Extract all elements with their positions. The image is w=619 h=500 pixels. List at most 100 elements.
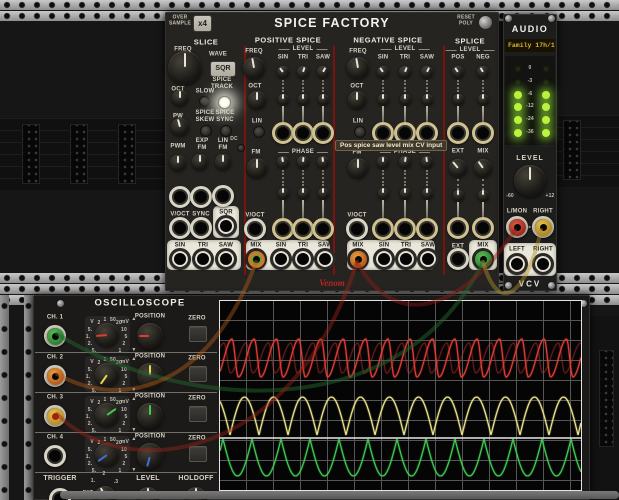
audio-device-display[interactable]: Family 17h/1 (505, 39, 555, 52)
negative-phase-0-cv-jack[interactable] (372, 218, 394, 240)
ch3-position-knob[interactable] (137, 403, 163, 429)
positive-phase-1-cv-jack[interactable] (292, 218, 314, 240)
positive-freq-knob[interactable] (243, 57, 265, 79)
ch4-position-knob[interactable] (137, 443, 163, 469)
positive-phase-2-cv-jack[interactable] (312, 218, 334, 240)
negative-out-sin-jack[interactable] (373, 248, 395, 270)
negative-level-sin-cv-knob[interactable] (378, 94, 389, 105)
positive-level-tri-cv-knob[interactable] (298, 94, 309, 105)
ch3-zero-button[interactable] (189, 406, 207, 422)
positive-oct-knob[interactable] (248, 91, 266, 109)
positive-mix-plug[interactable] (248, 251, 265, 268)
ch1-zero-button[interactable] (189, 326, 207, 342)
audio-output-left-jack[interactable] (506, 253, 528, 275)
audio-input-right-plug[interactable] (535, 219, 552, 236)
negative-phase-1-level-knob[interactable] (399, 156, 411, 168)
negative-phase-1-cv-knob[interactable] (400, 188, 411, 199)
dc-light[interactable] (237, 144, 245, 152)
slice-linfm-jack[interactable] (212, 185, 234, 207)
slice-sync-jack[interactable] (190, 217, 212, 239)
negative-out-tri-jack[interactable] (395, 248, 417, 270)
positive-out-saw-jack[interactable] (314, 248, 336, 270)
ch2-zero-button[interactable] (189, 366, 207, 382)
audio-input-left-plug[interactable] (509, 219, 526, 236)
negative-voct-jack[interactable] (346, 218, 368, 240)
slice-out-sin-jack[interactable] (169, 248, 191, 270)
ch4-position-down-arrow[interactable]: ▼ (131, 468, 136, 474)
splice-level-neg-cv-jack[interactable] (472, 122, 494, 144)
slice-out-tri-jack[interactable] (192, 248, 214, 270)
positive-phase-0-cv-knob[interactable] (278, 188, 289, 199)
splice-level-neg-cv-knob[interactable] (478, 94, 489, 105)
negative-level-saw-cv-knob[interactable] (422, 94, 433, 105)
slice-wave-button[interactable]: SQR (210, 61, 236, 77)
negative-phase-0-level-knob[interactable] (377, 156, 389, 168)
positive-out-sin-jack[interactable] (270, 248, 292, 270)
negative-lin-light[interactable] (354, 126, 366, 138)
splice-mix-knob[interactable] (474, 159, 492, 177)
ch2-input-plug[interactable] (47, 368, 64, 385)
splice-ext-out-jack[interactable] (447, 248, 469, 270)
positive-level-saw-level-knob[interactable] (317, 66, 329, 78)
slice-pwm-knob[interactable] (170, 155, 186, 171)
positive-phase-0-cv-jack[interactable] (272, 218, 294, 240)
negative-level-saw-level-knob[interactable] (421, 66, 433, 78)
splice-ext-knob[interactable] (449, 159, 467, 177)
negative-phase-0-cv-knob[interactable] (378, 188, 389, 199)
ch4-input-jack[interactable] (44, 445, 66, 467)
slice-pw-knob[interactable] (171, 118, 189, 136)
positive-phase-1-cv-knob[interactable] (298, 188, 309, 199)
slice-sqr-out-jack[interactable] (215, 215, 237, 237)
ch1-position-up-arrow[interactable]: ▲ (131, 317, 136, 323)
slice-expfm-knob[interactable] (192, 154, 208, 170)
reset-poly-button[interactable] (479, 16, 492, 29)
slice-expfm-jack[interactable] (190, 186, 212, 208)
negative-phase-2-cv-knob[interactable] (422, 188, 433, 199)
horizontal-scrollbar[interactable] (60, 491, 619, 499)
positive-phase-2-cv-knob[interactable] (318, 188, 329, 199)
positive-voct-jack[interactable] (244, 218, 266, 240)
positive-level-tri-level-knob[interactable] (297, 66, 309, 78)
positive-fm-knob[interactable] (247, 158, 267, 178)
spice-track-light[interactable] (218, 96, 231, 109)
ch1-position-knob[interactable] (137, 323, 163, 349)
positive-level-sin-cv-knob[interactable] (278, 94, 289, 105)
splice-level-pos-level-knob[interactable] (452, 66, 464, 78)
audio-level-knob[interactable] (514, 165, 546, 197)
positive-phase-0-level-knob[interactable] (277, 156, 289, 168)
ch1-input-plug[interactable] (47, 328, 64, 345)
positive-lin-light[interactable] (253, 126, 265, 138)
positive-level-sin-level-knob[interactable] (277, 66, 289, 78)
positive-phase-2-level-knob[interactable] (317, 156, 329, 168)
negative-phase-2-cv-jack[interactable] (416, 218, 438, 240)
positive-level-saw-cv-jack[interactable] (312, 122, 334, 144)
negative-oct-knob[interactable] (348, 91, 366, 109)
positive-phase-1-level-knob[interactable] (297, 156, 309, 168)
ch3-input-plug[interactable] (47, 408, 64, 425)
slice-linfm-knob[interactable] (215, 154, 231, 170)
negative-out-saw-jack[interactable] (417, 248, 439, 270)
ch3-position-up-arrow[interactable]: ▲ (131, 397, 136, 403)
spice-skew-light[interactable] (200, 125, 212, 137)
ch4-position-up-arrow[interactable]: ▲ (131, 437, 136, 443)
positive-level-tri-cv-jack[interactable] (292, 122, 314, 144)
negative-mix-plug[interactable] (350, 251, 367, 268)
slice-voct-jack[interactable] (169, 217, 191, 239)
splice-cv-jack-0[interactable] (447, 217, 469, 239)
oversample-button[interactable]: x4 (193, 15, 212, 32)
slow-light[interactable] (199, 96, 210, 107)
negative-level-tri-level-knob[interactable] (399, 66, 411, 78)
slice-oct-knob[interactable] (172, 90, 188, 106)
positive-level-saw-cv-knob[interactable] (318, 94, 329, 105)
negative-phase-2-level-knob[interactable] (421, 156, 433, 168)
negative-level-tri-cv-knob[interactable] (400, 94, 411, 105)
slice-pwm-jack[interactable] (169, 186, 191, 208)
ch2-position-up-arrow[interactable]: ▲ (131, 357, 136, 363)
splice-level-pos-cv-jack[interactable] (447, 122, 469, 144)
negative-level-sin-level-knob[interactable] (377, 66, 389, 78)
ch2-position-knob[interactable] (137, 363, 163, 389)
negative-phase-1-cv-jack[interactable] (394, 218, 416, 240)
splice-cv-knob-0[interactable] (453, 190, 464, 201)
splice-level-pos-cv-knob[interactable] (453, 94, 464, 105)
audio-output-right-jack[interactable] (532, 253, 554, 275)
